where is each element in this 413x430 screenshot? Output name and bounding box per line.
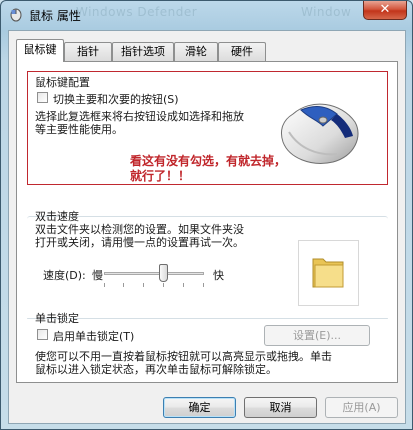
apply-button[interactable]: 应用(A) [325, 397, 398, 418]
slider-tick [104, 283, 105, 287]
fast-label: 快 [213, 269, 224, 282]
window-title: 鼠标 属性 [29, 9, 81, 23]
red-annotation: 看这有没有勾选，有就去掉， 就行了！！ [130, 154, 287, 183]
slider-tick [143, 283, 144, 287]
slider-tick [203, 283, 204, 287]
background-text: Window [301, 5, 352, 19]
tab-pointer-options[interactable]: 指针选项 [112, 42, 174, 61]
slider-tick [123, 283, 124, 287]
mouse-icon [8, 6, 24, 22]
click-lock-label[interactable]: 启用单击锁定(T) [53, 328, 134, 344]
switch-buttons-checkbox[interactable] [37, 92, 48, 103]
tab-buttons[interactable]: 鼠标键 [16, 39, 64, 62]
ok-button[interactable]: 确定 [163, 397, 236, 418]
mouse-preview-icon [271, 92, 367, 170]
cancel-button[interactable]: 取消 [244, 397, 317, 418]
tab-wheel[interactable]: 滑轮 [174, 42, 218, 61]
window-frame: 鼠标 属性 Windows Defender Window ✕ 鼠标键 指针 指… [0, 0, 413, 430]
click-lock-description: 使您可以不用一直按着鼠标按钮就可以高亮显示或拖拽。单击 鼠标以进入锁定状态，再次… [35, 350, 332, 376]
click-lock-settings-button[interactable]: 设置(E)... [264, 325, 370, 346]
speed-label: 速度(D): [43, 269, 86, 282]
slider-tick [183, 283, 184, 287]
double-click-description: 双击文件夹以检测您的设置。如果文件夹没 打开或关闭，请用慢一点的设置再试一次。 [35, 223, 244, 249]
tab-hardware[interactable]: 硬件 [218, 42, 266, 61]
background-text: Windows Defender [76, 5, 198, 19]
tab-pointers[interactable]: 指针 [64, 42, 112, 61]
switch-buttons-label[interactable]: 切换主要和次要的按钮(S) [53, 91, 179, 107]
close-icon: ✕ [379, 2, 391, 17]
test-folder-area[interactable] [298, 240, 359, 306]
title-bar[interactable]: 鼠标 属性 Windows Defender Window ✕ [1, 1, 413, 29]
click-lock-group [27, 318, 388, 319]
close-button[interactable]: ✕ [363, 1, 407, 20]
button-config-description: 选择此复选框来将右按钮设成如选择和拖放 等主要性能使用。 [35, 110, 244, 136]
slow-label: 慢 [92, 269, 103, 282]
tab-panel: 鼠标键配置 切换主要和次要的按钮(S) 选择此复选框来将右按钮设成如选择和拖放 … [16, 61, 398, 383]
click-lock-title: 单击锁定 [35, 312, 79, 325]
slider-tick [163, 283, 164, 287]
button-config-title: 鼠标键配置 [35, 76, 90, 89]
double-click-title: 双击速度 [35, 210, 79, 223]
dialog-client: 鼠标键 指针 指针选项 滑轮 硬件 鼠标键配置 切换主要和次要的按钮(S) 选择… [8, 30, 406, 424]
speed-slider-track[interactable] [104, 272, 204, 275]
folder-icon[interactable] [299, 241, 358, 305]
speed-slider-thumb[interactable] [159, 264, 168, 282]
click-lock-checkbox[interactable] [37, 329, 48, 340]
